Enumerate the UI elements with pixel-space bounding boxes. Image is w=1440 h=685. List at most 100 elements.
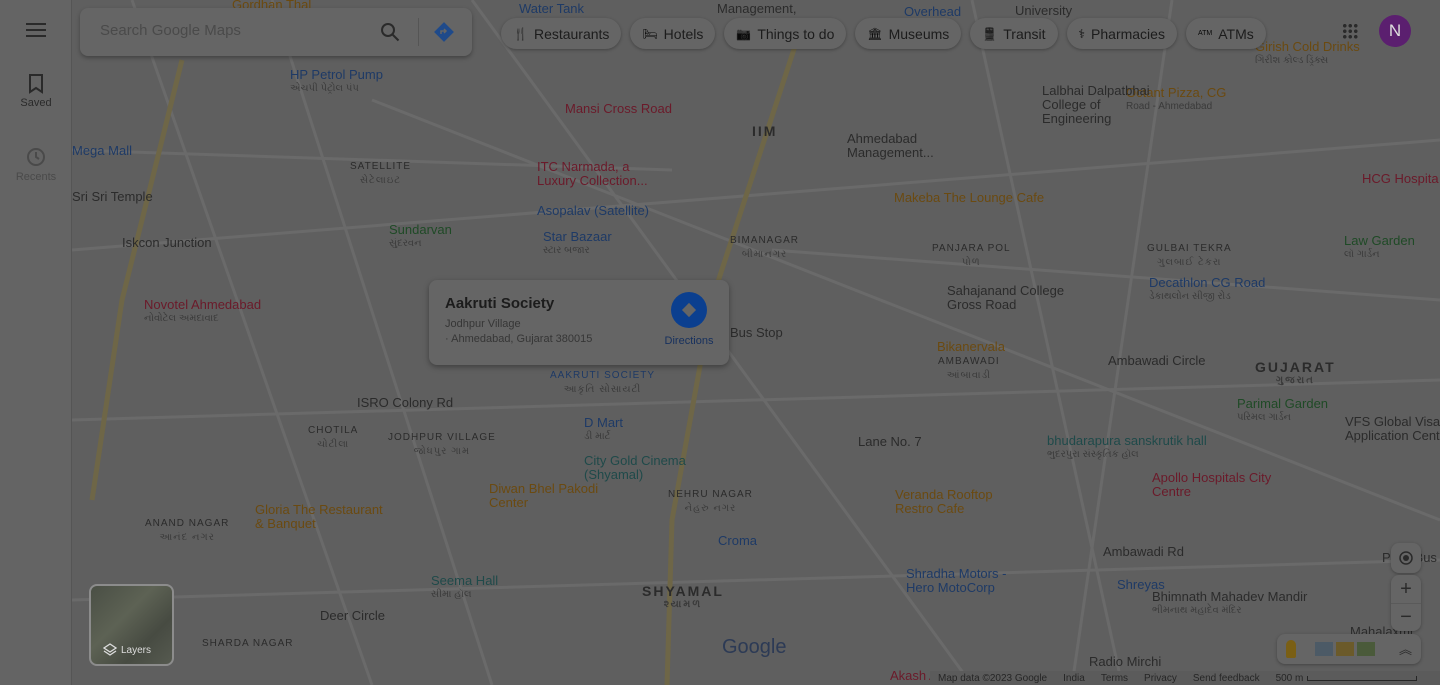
chip-hotels[interactable]: 🛏 Hotels	[630, 18, 716, 49]
map-label[interactable]: Veranda Rooftop Restro Cafe	[895, 488, 1025, 516]
scale-bar[interactable]: 500 m	[1276, 673, 1418, 684]
sidebar-item-label: Saved	[20, 97, 52, 109]
map-label[interactable]: VFS Global Visa Application Cent	[1345, 415, 1440, 443]
map-label[interactable]: Sri Sri Temple	[72, 190, 153, 204]
chip-things-to-do[interactable]: 📷 Things to do	[724, 18, 847, 49]
map-label[interactable]: Mega Mall	[72, 144, 132, 158]
map-label[interactable]: SATELLITE સેટેલાઇટ	[350, 160, 411, 188]
menu-button[interactable]	[0, 22, 72, 41]
map-label[interactable]: NEHRU NAGAR નેહરુ નગર	[668, 488, 753, 516]
map-label[interactable]: ISRO Colony Rd	[357, 396, 453, 410]
map-label[interactable]: Makeba The Lounge Cafe	[894, 191, 1044, 205]
expand-icon[interactable]: ︽	[1399, 639, 1412, 658]
map-label[interactable]: Girish Cold Drinks ગિરીશ કોલ્ડ ડ્રિંક્સ	[1255, 40, 1360, 68]
terms-link[interactable]: Terms	[1101, 673, 1128, 684]
directions-button[interactable]: Directions	[659, 292, 719, 347]
map-label[interactable]: GULBAI TEKRA ગુલબાઈ ટેકરા	[1147, 242, 1232, 270]
map-label[interactable]: Ambawadi Circle	[1108, 354, 1206, 368]
map-label[interactable]: Deer Circle	[320, 609, 385, 623]
map-label[interactable]: SHYAMAL શ્યામળ	[642, 584, 724, 612]
map-label[interactable]: City Gold Cinema (Shyamal)	[584, 454, 714, 482]
search-icon[interactable]	[380, 22, 400, 42]
map-label[interactable]: Ambawadi Rd	[1103, 545, 1184, 559]
zoom-controls: + −	[1391, 575, 1421, 631]
map-label[interactable]: Seema Hall સીમા હૉલ	[431, 574, 498, 602]
map-label[interactable]: GUJARAT ગુજરાત	[1255, 360, 1336, 388]
map-label[interactable]: HP Petrol Pump એચપી પેટ્રોલ પંપ	[290, 68, 383, 96]
map-label[interactable]: BIMANAGAR બીમાનગર	[730, 234, 799, 262]
map-label[interactable]: Water Tank	[519, 2, 584, 16]
search-input[interactable]	[100, 22, 370, 39]
map-label[interactable]: Mansi Cross Road	[565, 102, 672, 116]
map-label[interactable]: AAKRUTI SOCIETY આકૃતિ સોસાયટી	[550, 369, 655, 397]
divider	[418, 18, 419, 46]
map-label[interactable]: Asopalav (Satellite)	[537, 204, 649, 218]
sidebar-item-recents[interactable]: Recents	[0, 146, 72, 183]
map-label[interactable]: Parimal Garden પરિમલ ગાર્ડન	[1237, 397, 1328, 425]
map-label[interactable]: Management,	[717, 2, 797, 16]
apps-icon[interactable]	[1342, 23, 1358, 39]
pegman-icon[interactable]	[1286, 640, 1296, 658]
map-label[interactable]: HCG Hospita	[1362, 172, 1439, 186]
map-label[interactable]: bhudarapura sanskrutik hall ભુદરપુરા સંસ્…	[1047, 434, 1207, 462]
history-icon	[27, 148, 45, 166]
zoom-out-button[interactable]: −	[1391, 603, 1421, 631]
map-label[interactable]: CHOTILA ચોટીલા	[308, 424, 358, 452]
map-label[interactable]: Shradha Motors - Hero MotoCorp	[906, 567, 1036, 595]
map-label[interactable]: Novotel Ahmedabad નોવોટેલ અમદાવાદ	[144, 298, 261, 326]
send-feedback-link[interactable]: Send feedback	[1193, 673, 1260, 684]
map-label[interactable]: SHARDA NAGAR	[202, 637, 293, 651]
zoom-in-button[interactable]: +	[1391, 575, 1421, 603]
terrain-thumbnail[interactable]	[1315, 642, 1333, 656]
search-box	[80, 8, 472, 56]
map-label[interactable]: PANJARA POL પોળ	[932, 242, 1011, 270]
chip-atms[interactable]: ATM ATMs	[1185, 18, 1266, 49]
map-label[interactable]: Bus Stop	[730, 326, 783, 340]
layers-button[interactable]: Layers	[89, 584, 174, 666]
my-location-button[interactable]	[1391, 543, 1421, 573]
map-label[interactable]: Law Garden લૉ ગાર્ડન	[1344, 234, 1415, 262]
chip-pharmacies[interactable]: ⚕ Pharmacies	[1066, 18, 1177, 49]
region-link[interactable]: India	[1063, 673, 1085, 684]
sidebar: Saved Recents	[0, 0, 72, 685]
map-label[interactable]: Sundarvan સુંદરવન	[389, 223, 452, 251]
privacy-link[interactable]: Privacy	[1144, 673, 1177, 684]
map-label[interactable]: Star Bazaar સ્ટાર બજાર	[543, 230, 612, 258]
map-label[interactable]: Gloria The Restaurant & Banquet	[255, 503, 385, 531]
map-label[interactable]: JODHPUR VILLAGE જોધપુર ગામ	[388, 431, 496, 459]
map-label[interactable]: Bhimnath Mahadev Mandir ભીમનાથ મહાદેવ મંદ…	[1152, 590, 1307, 618]
map-label[interactable]: Lalbhai Dalpatbhai College of Engineerin…	[1042, 84, 1172, 126]
bed-icon: 🛏	[642, 26, 658, 41]
chip-restaurants[interactable]: 🍴 Restaurants	[501, 18, 622, 49]
map-label[interactable]: Ahmedabad Management...	[847, 132, 977, 160]
map-label[interactable]: Bikanervala	[937, 340, 1005, 354]
map-label[interactable]: Lane No. 7	[858, 435, 922, 449]
directions-icon[interactable]	[433, 21, 455, 43]
traffic-thumbnail[interactable]	[1336, 642, 1354, 656]
map-label[interactable]: IIM	[752, 124, 777, 138]
map-label[interactable]: University	[1015, 4, 1072, 18]
map-label[interactable]: Sahajanand College Gross Road	[947, 284, 1077, 312]
chip-transit[interactable]: 🚆 Transit	[970, 18, 1058, 49]
map-label[interactable]: Diwan Bhel Pakodi Center	[489, 482, 619, 510]
map-label[interactable]: Overhead	[904, 5, 961, 19]
map-canvas[interactable]: Gordhan Thal Water Tank Management, Overhea…	[72, 0, 1440, 685]
avatar[interactable]: N	[1379, 15, 1411, 47]
map-label[interactable]: D Mart ડી માર્ટ	[584, 416, 623, 444]
map-label[interactable]: Decathlon CG Road ડેકાથલોન સીજી રોડ	[1149, 276, 1265, 304]
map-data-credit: Map data ©2023 Google	[938, 672, 1048, 684]
map-label[interactable]: AMBAWADI આંબાવાડી	[938, 355, 1000, 383]
map-label[interactable]: Apollo Hospitals City Centre	[1152, 471, 1282, 499]
place-title: Aakruti Society	[445, 295, 555, 312]
place-card[interactable]: Aakruti Society Jodhpur Village · Ahmeda…	[429, 280, 729, 365]
satellite-thumbnail[interactable]	[1357, 642, 1375, 656]
place-address-line2: · Ahmedabad, Gujarat 380015	[445, 333, 593, 345]
sidebar-item-saved[interactable]: Saved	[0, 74, 72, 109]
map-label[interactable]: Croma	[718, 534, 757, 548]
map-label[interactable]: ANAND NAGAR આનંદ નગર	[145, 517, 229, 545]
map-label[interactable]: ITC Narmada, a Luxury Collection...	[537, 160, 667, 188]
atm-icon: ATM	[1197, 30, 1213, 37]
map-label[interactable]: Radio Mirchi	[1089, 655, 1161, 669]
map-label[interactable]: Iskcon Junction	[122, 236, 212, 250]
chip-museums[interactable]: 🏛 Museums	[855, 18, 962, 49]
